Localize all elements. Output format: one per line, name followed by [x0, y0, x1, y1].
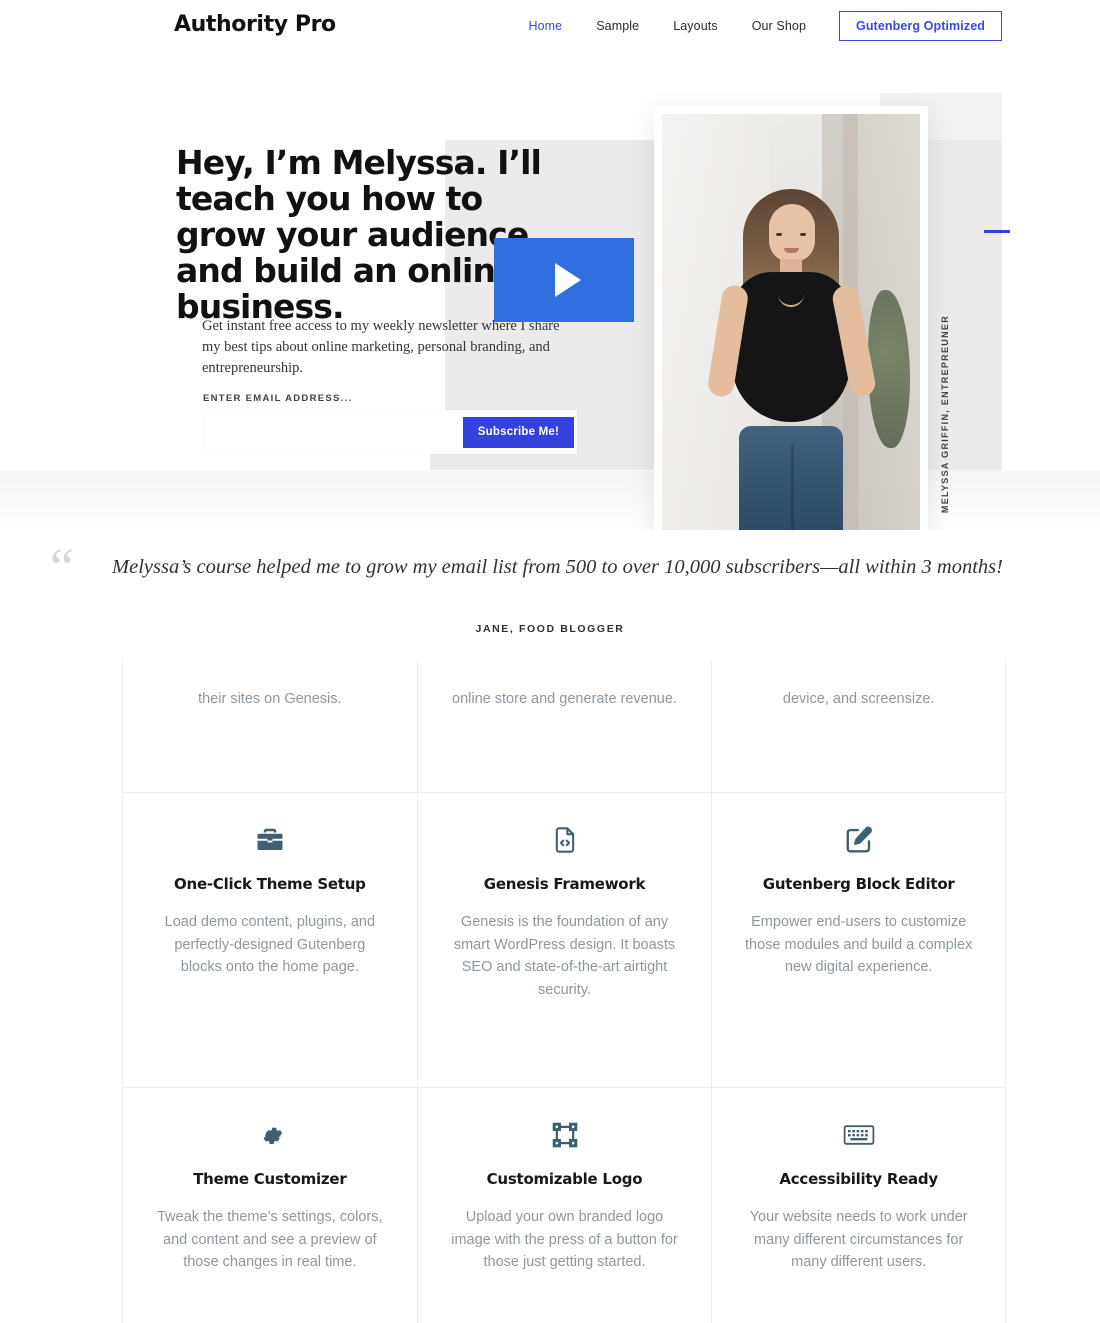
testimonial-citation: JANE, FOOD BLOGGER [475, 623, 625, 635]
site-logo[interactable]: Authority Pro [174, 12, 336, 37]
feature-description: Empower end-users to customize those mod… [745, 914, 973, 975]
file-code-icon [448, 819, 682, 861]
feature-title: Genesis Framework [483, 875, 646, 893]
hero-section: Hey, I’m Melyssa. I’ll teach you how to … [0, 53, 1100, 530]
portrait-photo [662, 114, 920, 530]
feature-cell-genesis-framework: Genesis Framework Genesis is the foundat… [416, 793, 712, 1088]
feature-cell-theme-customizer: Theme Customizer Tweak the theme’s setti… [122, 1088, 417, 1323]
nav-item-sample[interactable]: Sample [579, 11, 656, 41]
quote-mark-icon: “ [50, 537, 74, 597]
hero-portrait-card [654, 106, 928, 530]
feature-description: device, and screensize. [782, 691, 935, 707]
gear-icon [153, 1114, 387, 1156]
feature-title: One-Click Theme Setup [174, 875, 366, 893]
feature-cell-gutenberg-block-editor: Gutenberg Block Editor Empower end-users… [711, 793, 1007, 1088]
briefcase-icon [153, 819, 387, 861]
nav-item-home[interactable]: Home [511, 11, 579, 41]
portrait-caption: MELYSSA GRIFFIN, ENTREPREUNER [940, 315, 950, 514]
feature-description: Load demo content, plugins, and perfectl… [164, 914, 376, 975]
feature-description: their sites on Genesis. [198, 691, 342, 707]
hero-bottom-gradient [0, 471, 1100, 530]
feature-title: Theme Customizer [193, 1170, 347, 1188]
feature-title: Gutenberg Block Editor [762, 875, 955, 893]
site-header: Authority Pro Home Sample Layouts Our Sh… [0, 0, 1100, 53]
feature-description: Your website needs to work under many di… [749, 1209, 968, 1270]
feature-title: Accessibility Ready [779, 1170, 938, 1188]
feature-description: online store and generate revenue. [452, 691, 677, 707]
email-input[interactable] [203, 410, 463, 454]
feature-description: Genesis is the foundation of any smart W… [453, 914, 676, 998]
feature-cell-one-click-theme-setup: One-Click Theme Setup Load demo content,… [122, 793, 417, 1088]
testimonial-section [0, 530, 1100, 665]
vector-nodes-icon [448, 1114, 682, 1156]
newsletter-form: Subscribe Me! [203, 410, 577, 454]
feature-title: Customizable Logo [486, 1170, 643, 1188]
feature-cell: device, and screensize. [711, 660, 1007, 793]
play-video-button[interactable] [494, 238, 634, 322]
feature-cell-customizable-logo: Customizable Logo Upload your own brande… [416, 1088, 712, 1323]
features-row-3: Theme Customizer Tweak the theme’s setti… [122, 1088, 1007, 1323]
keyboard-icon [742, 1114, 975, 1156]
features-grid: their sites on Genesis. online store and… [122, 660, 1007, 1323]
feature-cell: their sites on Genesis. [122, 660, 417, 793]
edit-square-icon [742, 819, 975, 861]
features-row-1: their sites on Genesis. online store and… [122, 660, 1007, 793]
nav-item-layouts[interactable]: Layouts [656, 11, 734, 41]
testimonial-quote: Melyssa’s course helped me to grow my em… [112, 556, 1003, 578]
primary-navigation: Home Sample Layouts Our Shop Gutenberg O… [511, 11, 1002, 41]
feature-description: Upload your own branded logo image with … [451, 1209, 678, 1270]
feature-description: Tweak the theme’s settings, colors, and … [157, 1209, 383, 1270]
features-row-2: One-Click Theme Setup Load demo content,… [122, 793, 1007, 1088]
subscribe-button[interactable]: Subscribe Me! [462, 416, 574, 448]
hero-subtext: Get instant free access to my weekly new… [202, 318, 560, 376]
feature-cell-accessibility-ready: Accessibility Ready Your website needs t… [711, 1088, 1007, 1323]
nav-cta-gutenberg-optimized[interactable]: Gutenberg Optimized [839, 11, 1002, 41]
email-field-label: ENTER EMAIL ADDRESS... [203, 393, 353, 404]
nav-item-our-shop[interactable]: Our Shop [735, 11, 823, 41]
play-icon [554, 263, 581, 297]
hero-accent-dash [984, 230, 1010, 233]
feature-cell: online store and generate revenue. [416, 660, 712, 793]
